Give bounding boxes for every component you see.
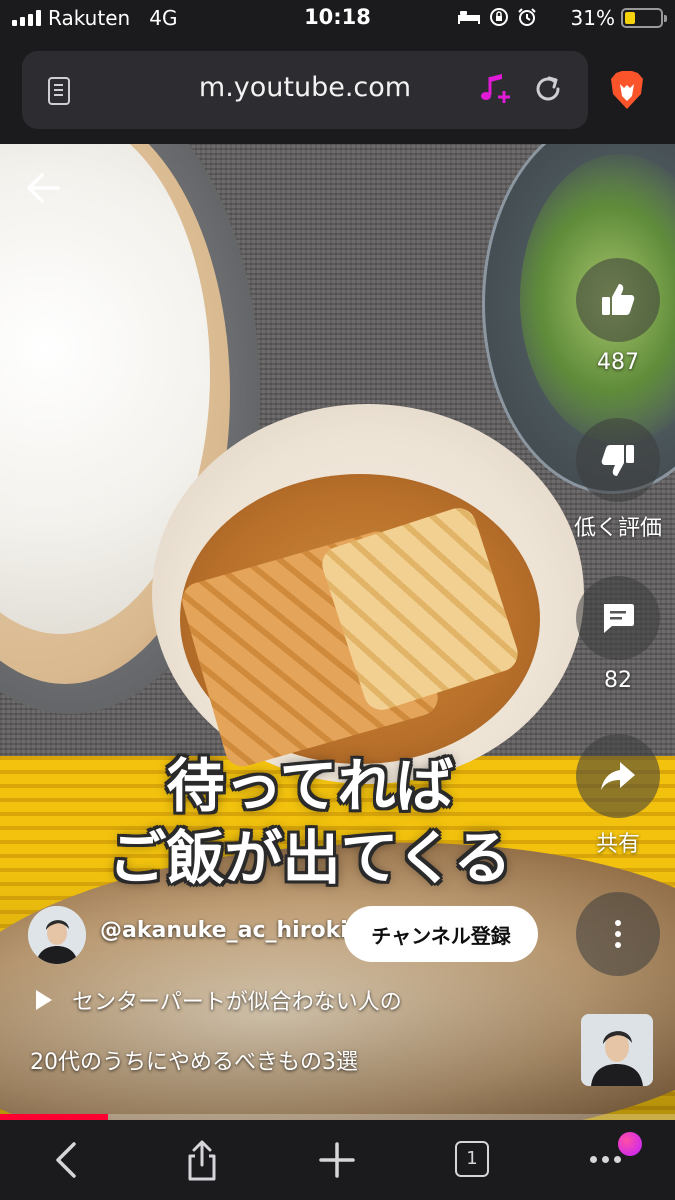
new-tab-icon[interactable] bbox=[315, 1138, 359, 1182]
tabs-button[interactable]: 1 bbox=[455, 1141, 489, 1177]
browser-bottom-toolbar: 1 bbox=[0, 1120, 675, 1200]
browser-top-bar: m.youtube.com bbox=[0, 40, 675, 144]
bed-icon bbox=[458, 11, 480, 24]
battery-icon bbox=[621, 8, 667, 28]
avatar-portrait-icon bbox=[28, 906, 86, 964]
more-icon[interactable] bbox=[590, 1156, 621, 1163]
music-add-icon[interactable] bbox=[478, 71, 514, 107]
vertical-dots-icon bbox=[615, 920, 621, 948]
dislike-button[interactable] bbox=[576, 418, 660, 502]
like-action[interactable]: 487 bbox=[576, 258, 660, 375]
back-arrow-icon[interactable] bbox=[24, 168, 64, 208]
like-button[interactable] bbox=[576, 258, 660, 342]
more-action[interactable] bbox=[576, 892, 660, 976]
thumbs-down-icon bbox=[601, 445, 634, 476]
caption-line-1: 待ってれば bbox=[166, 752, 454, 820]
suggested-video-thumbnail[interactable] bbox=[581, 1014, 653, 1086]
comment-count: 82 bbox=[604, 668, 632, 693]
dislike-action[interactable]: 低く評価 bbox=[574, 418, 662, 542]
dislike-label: 低く評価 bbox=[573, 516, 662, 541]
address-bar[interactable]: m.youtube.com bbox=[22, 51, 588, 129]
suggested-title-line-2[interactable]: 20代のうちにやめるべきもの3選 bbox=[30, 1044, 358, 1076]
comment-icon bbox=[604, 604, 634, 633]
battery-percent: 31% bbox=[570, 6, 615, 30]
thumbnail-portrait-icon bbox=[581, 1014, 653, 1086]
suggested-video-link[interactable]: センターパートが似合わない人の bbox=[36, 984, 402, 1016]
caption-line-2: ご飯が出てくる bbox=[108, 824, 512, 892]
share-icon[interactable] bbox=[180, 1138, 224, 1182]
channel-avatar[interactable] bbox=[28, 906, 86, 964]
channel-name[interactable]: @akanuke_ac_hiroki bbox=[100, 918, 348, 943]
notification-badge bbox=[618, 1132, 642, 1156]
share-arrow-icon bbox=[601, 762, 635, 790]
share-label: 共有 bbox=[595, 832, 640, 857]
thumbs-up-icon bbox=[602, 284, 635, 315]
suggested-title-line-1: センターパートが似合わない人の bbox=[72, 990, 402, 1015]
share-button[interactable] bbox=[576, 734, 660, 818]
status-bar: Rakuten 4G 10:18 31% bbox=[0, 0, 675, 40]
reload-icon[interactable] bbox=[532, 73, 564, 105]
play-icon bbox=[36, 990, 52, 1010]
status-icons bbox=[457, 7, 537, 27]
alarm-icon bbox=[518, 8, 536, 26]
brave-lion-icon[interactable] bbox=[610, 70, 644, 110]
back-icon[interactable] bbox=[46, 1138, 90, 1182]
subscribe-button[interactable]: チャンネル登録 bbox=[344, 906, 538, 962]
more-options-button[interactable] bbox=[576, 892, 660, 976]
comment-action[interactable]: 82 bbox=[576, 576, 660, 693]
share-action[interactable]: 共有 bbox=[576, 734, 660, 858]
video-caption: 待ってれば ご飯が出てくる bbox=[0, 750, 620, 894]
like-count: 487 bbox=[597, 350, 639, 375]
rotation-lock-icon bbox=[490, 8, 508, 26]
comment-button[interactable] bbox=[576, 576, 660, 660]
short-video[interactable]: 待ってれば ご飯が出てくる 487 低く評価 82 共有 @akanuke_ac… bbox=[0, 144, 675, 1120]
